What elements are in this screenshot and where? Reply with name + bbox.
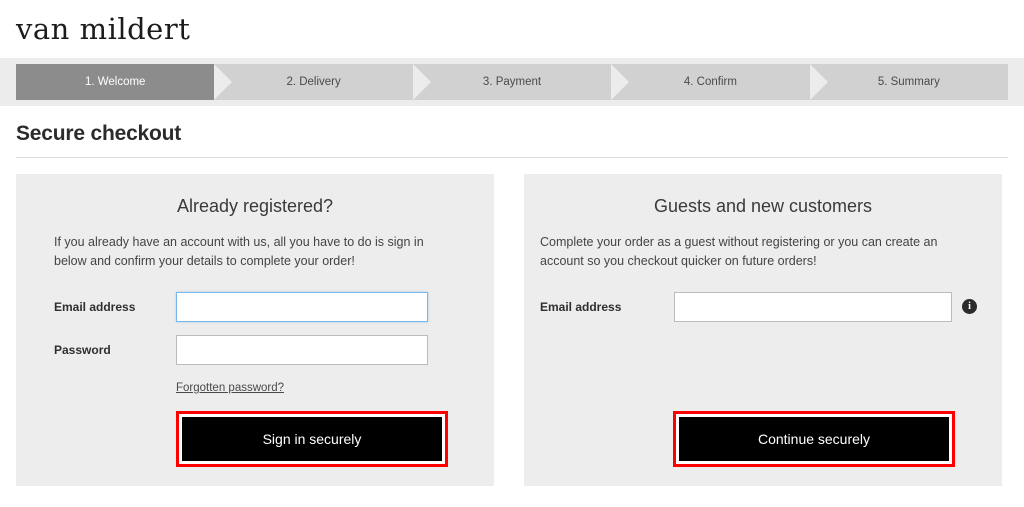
login-email-row: Email address	[16, 291, 494, 322]
checkout-steps-strip: 1. Welcome 2. Delivery 3. Payment 4. Con…	[0, 58, 1024, 106]
step-summary-label: 5. Summary	[877, 76, 940, 88]
guest-panel-description: Complete your order as a guest without r…	[540, 235, 938, 269]
site-header: van mildert	[0, 0, 1024, 58]
info-icon[interactable]: i	[962, 299, 977, 315]
step-payment[interactable]: 3. Payment	[412, 64, 630, 100]
login-panel: Already registered? If you already have …	[16, 174, 494, 486]
continue-annotation: Continue securely	[673, 411, 955, 467]
login-password-row: Password	[16, 334, 494, 365]
step-summary[interactable]: 5. Summary	[809, 64, 1009, 100]
step-payment-label: 3. Payment	[482, 76, 542, 88]
guest-email-row: Email address i	[524, 291, 1002, 322]
step-confirm[interactable]: 4. Confirm	[611, 64, 829, 100]
page-title: Secure checkout	[16, 122, 182, 145]
login-email-input[interactable]	[176, 291, 428, 322]
continue-securely-button[interactable]: Continue securely	[679, 417, 949, 461]
step-delivery[interactable]: 2. Delivery	[214, 64, 432, 100]
forgot-password-row: Forgotten password?	[16, 378, 494, 396]
login-email-label: Email address	[54, 299, 136, 314]
step-welcome[interactable]: 1. Welcome	[16, 64, 233, 100]
checkout-panels: Already registered? If you already have …	[0, 158, 1024, 486]
guest-email-input[interactable]	[674, 291, 952, 322]
guest-panel-title: Guests and new customers	[653, 196, 873, 216]
sign-in-button[interactable]: Sign in securely	[182, 417, 442, 461]
step-delivery-label: 2. Delivery	[286, 76, 341, 88]
login-password-label: Password	[54, 342, 111, 357]
login-panel-description: If you already have an account with us, …	[54, 235, 424, 269]
guest-email-label: Email address	[540, 299, 622, 314]
step-welcome-label: 1. Welcome	[84, 76, 146, 88]
site-logo[interactable]: van mildert	[16, 14, 190, 44]
step-confirm-label: 4. Confirm	[683, 76, 737, 88]
login-panel-title: Already registered?	[176, 196, 334, 216]
guest-panel: Guests and new customers Complete your o…	[524, 174, 1002, 486]
checkout-steps: 1. Welcome 2. Delivery 3. Payment 4. Con…	[16, 64, 1009, 100]
forgot-password-link[interactable]: Forgotten password?	[176, 382, 284, 394]
page-title-area: Secure checkout	[0, 106, 1024, 158]
login-password-input[interactable]	[176, 334, 428, 365]
sign-in-annotation: Sign in securely	[176, 411, 448, 467]
